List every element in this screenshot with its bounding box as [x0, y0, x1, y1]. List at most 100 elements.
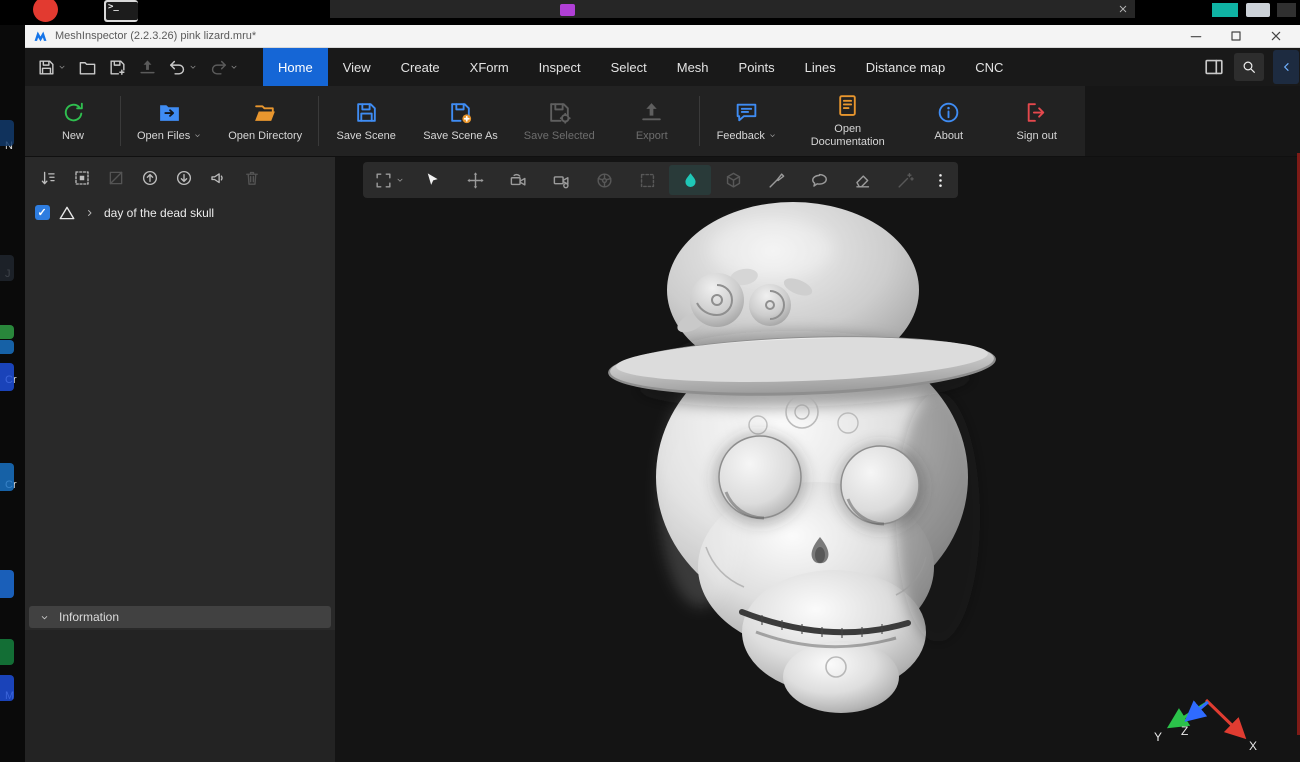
ribbon-label: Feedback [717, 130, 765, 143]
duplicate-button[interactable] [204, 165, 231, 192]
desktop-icon-fragment [0, 463, 14, 491]
slash-box-icon [107, 169, 125, 187]
chevron-right-icon[interactable] [84, 207, 96, 219]
ribbon-separator [318, 96, 319, 146]
background-window-fragment-grey [1246, 3, 1270, 17]
floppy-icon [354, 100, 379, 125]
save-file-menu-button[interactable] [35, 54, 69, 80]
desktop-icon-fragment [0, 120, 14, 146]
tab-home[interactable]: Home [263, 48, 328, 86]
ribbon-open-files-button[interactable]: Open Files [124, 86, 215, 156]
ribbon-label: Save Selected [524, 130, 595, 143]
fit-view-button[interactable] [368, 165, 410, 195]
select-all-button[interactable] [68, 165, 95, 192]
scene-tree-toolbar [25, 157, 335, 199]
floppy-plus-mono-icon [108, 58, 127, 77]
rotate-camera-button[interactable] [497, 165, 539, 195]
tab-select[interactable]: Select [596, 48, 662, 86]
tab-distance-map[interactable]: Distance map [851, 48, 960, 86]
ribbon-sign-out-button[interactable]: Sign out [993, 86, 1081, 156]
information-label: Information [59, 610, 119, 624]
ribbon-label: Save Scene [337, 130, 396, 143]
trash-icon [243, 169, 261, 187]
axis-x-label: X [1249, 739, 1257, 753]
tab-inspect[interactable]: Inspect [524, 48, 596, 86]
ribbon-separator [699, 96, 700, 146]
tab-view[interactable]: View [328, 48, 386, 86]
dock-panel-icon[interactable] [1203, 56, 1225, 78]
terminal-window-fragment: >_ [104, 0, 138, 22]
background-app-logo [33, 0, 58, 22]
tab-xform[interactable]: XForm [455, 48, 524, 86]
tab-cnc[interactable]: CNC [960, 48, 1018, 86]
grid-select-icon [73, 169, 91, 187]
ribbon-separator [120, 96, 121, 146]
ribbon-new-button[interactable]: New [29, 86, 117, 156]
desktop-icon-fragment [0, 675, 14, 701]
chevron-down-icon [39, 612, 50, 623]
menu-tabs: HomeViewCreateXFormInspectSelectMeshPoin… [263, 48, 1018, 86]
undo-button[interactable] [166, 54, 200, 80]
upload-icon [138, 58, 157, 77]
open-file-button[interactable] [76, 54, 99, 80]
save-as-button[interactable] [106, 54, 129, 80]
menubar: HomeViewCreateXFormInspectSelectMeshPoin… [25, 48, 1300, 86]
folder-arrow-icon [157, 100, 182, 125]
signout-icon [1024, 100, 1049, 125]
ribbon-items: NewOpen FilesOpen Directory Save Scene Sav… [25, 86, 1085, 156]
quick-file-toolbar [35, 54, 241, 80]
ribbon: NewOpen FilesOpen Directory Save Scene Sav… [25, 86, 1300, 157]
ribbon-open-directory-button[interactable]: Open Directory [215, 86, 315, 156]
move-down-button[interactable] [170, 165, 197, 192]
axes-gizmo[interactable]: Y Z X [1132, 686, 1282, 756]
scene-tree-item[interactable]: day of the dead skull [25, 199, 335, 226]
desktop-icon-fragment [0, 325, 14, 339]
sort-icon [39, 169, 57, 187]
skull-model[interactable] [586, 187, 1016, 727]
minimize-button[interactable] [1188, 28, 1204, 44]
move-up-button[interactable] [136, 165, 163, 192]
terminal-icon: >_ [106, 2, 138, 20]
desktop-top-strip: >_ [0, 0, 1300, 25]
sort-by-name-button[interactable] [34, 165, 61, 192]
move-object-button[interactable] [454, 165, 496, 195]
background-window-fragment-teal [1212, 3, 1238, 17]
menubar-right [1203, 50, 1300, 84]
ribbon-save-scene-button[interactable]: Save Scene [322, 86, 410, 156]
desktop-left-edge: N J Cr Cr M [0, 25, 25, 762]
desktop-icon-fragment [0, 340, 14, 354]
scene-tree-panel: day of the dead skull Information [25, 157, 336, 762]
camera-options-button[interactable] [540, 165, 582, 195]
tab-lines[interactable]: Lines [790, 48, 851, 86]
tab-points[interactable]: Points [724, 48, 790, 86]
close-button[interactable] [1268, 28, 1284, 44]
ribbon-label: Open Documentation [804, 123, 892, 148]
search-button[interactable] [1234, 53, 1264, 81]
ribbon-open-documentation-button[interactable]: Open Documentation [791, 86, 905, 156]
screen: >_ N J Cr Cr M MeshInspector (2.2.3.26) … [0, 0, 1300, 762]
tab-mesh[interactable]: Mesh [662, 48, 724, 86]
folder-open-icon [253, 100, 278, 125]
cam-gear-icon [552, 171, 571, 190]
collapse-ribbon-button[interactable] [1273, 50, 1299, 84]
viewport-3d[interactable]: Y Z X [336, 157, 1300, 762]
ribbon-save-scene-as-button[interactable]: Save Scene As [410, 86, 511, 156]
maximize-button[interactable] [1228, 28, 1244, 44]
refresh-icon [61, 100, 86, 125]
background-browser-bar [330, 0, 1135, 18]
background-window-fragment-dark [1277, 3, 1296, 17]
desktop-icon-fragment [0, 570, 14, 598]
information-header[interactable]: Information [29, 606, 331, 628]
floppy-plus-icon [448, 100, 473, 125]
visibility-checkbox[interactable] [35, 205, 50, 220]
deselect-all-button [102, 165, 129, 192]
fit-icon [374, 171, 393, 190]
ribbon-about-button[interactable]: About [905, 86, 993, 156]
cam-rotate-icon [509, 171, 528, 190]
select-cursor-button[interactable] [411, 165, 453, 195]
up-circle-icon [141, 169, 159, 187]
upload-button [136, 54, 159, 80]
megaphone-icon [209, 169, 227, 187]
tab-create[interactable]: Create [386, 48, 455, 86]
ribbon-feedback-button[interactable]: Feedback [703, 86, 791, 156]
